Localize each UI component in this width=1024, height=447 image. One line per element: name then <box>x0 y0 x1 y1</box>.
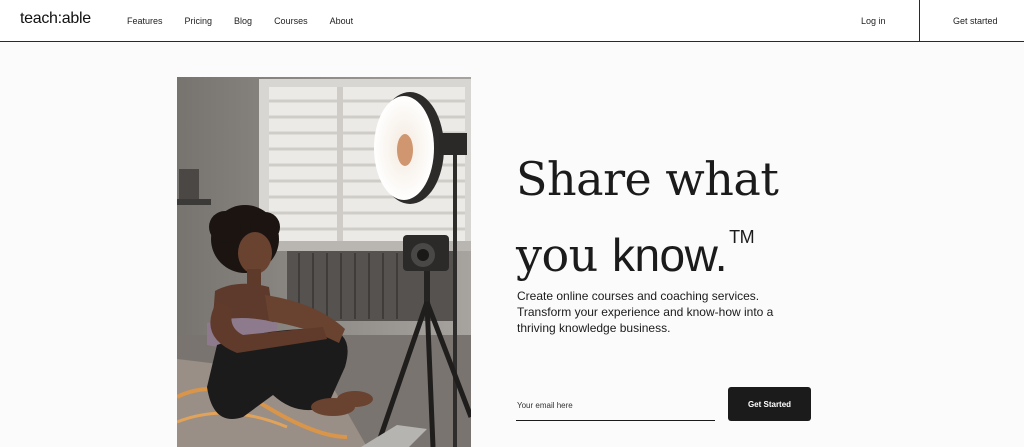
hero-photo-illustration <box>177 77 471 447</box>
login-link[interactable]: Log in <box>861 16 886 26</box>
hero-section <box>0 42 1024 447</box>
nav-link-courses[interactable]: Courses <box>274 16 308 26</box>
headline-you: you <box>516 228 612 282</box>
get-started-button[interactable]: Get Started <box>728 387 811 421</box>
trademark-symbol: TM <box>729 227 755 247</box>
teachable-logo[interactable]: teach:able <box>20 10 91 28</box>
nav-link-features[interactable]: Features <box>127 16 163 26</box>
nav-link-blog[interactable]: Blog <box>234 16 252 26</box>
header-divider <box>919 0 920 41</box>
headline-line-2: you know. TM <box>516 208 778 284</box>
hero-photo <box>177 77 471 447</box>
get-started-link[interactable]: Get started <box>953 16 998 26</box>
email-input[interactable] <box>516 390 715 421</box>
site-header: teach:able Features Pricing Blog Courses… <box>0 0 1024 42</box>
headline-know: know. <box>611 229 728 281</box>
headline-line-1: Share what <box>516 152 779 206</box>
nav-link-about[interactable]: About <box>330 16 354 26</box>
hero-subtext: Create online courses and coaching servi… <box>517 289 774 335</box>
main-nav: Features Pricing Blog Courses About <box>127 16 375 26</box>
nav-link-pricing[interactable]: Pricing <box>185 16 213 26</box>
hero-headline: Share what you know. TM <box>516 150 779 284</box>
